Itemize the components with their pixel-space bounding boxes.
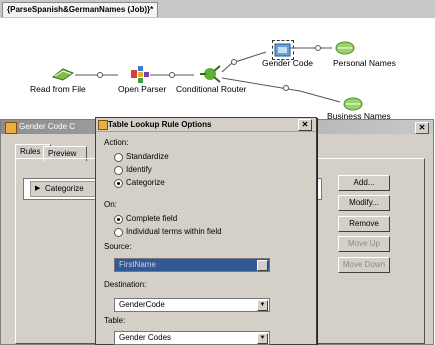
port-dot (231, 59, 237, 65)
app-icon (5, 122, 17, 134)
job-tab[interactable]: {ParseSpanish&GermanNames (Job)}* (2, 2, 159, 17)
node-label-personal-names: Personal Names (333, 58, 396, 68)
radio-label-identify[interactable]: Identify (126, 165, 152, 175)
table-value: Gender Codes (119, 333, 172, 342)
move-up-button[interactable]: Move Up (338, 236, 390, 252)
file-reader-icon[interactable] (51, 65, 75, 81)
output-icon[interactable] (342, 94, 364, 112)
source-label: Source: (104, 242, 132, 251)
port-dot (97, 72, 103, 78)
table-label: Table: (104, 316, 126, 325)
port-dot (315, 45, 321, 51)
move-down-button[interactable]: Move Down (338, 257, 390, 273)
add-button[interactable]: Add... (338, 175, 390, 191)
action-label: Action: (104, 138, 129, 147)
dialog-title: Table Lookup Rule Options (108, 120, 212, 129)
radio-identify[interactable] (114, 166, 123, 175)
radio-standardize[interactable] (114, 153, 123, 162)
router-icon[interactable] (198, 63, 222, 85)
radio-label-individual-terms[interactable]: Individual terms within field (126, 227, 222, 237)
destination-label: Destination: (104, 280, 147, 289)
workflow-canvas: Read from File Open Parser Conditional R… (0, 18, 435, 121)
node-label-conditional-router: Conditional Router (176, 84, 247, 94)
source-select[interactable]: FirstName ▼ (114, 258, 270, 272)
radio-label-categorize[interactable]: Categorize (126, 178, 165, 188)
on-label: On: (104, 200, 117, 209)
document-tab-strip: {ParseSpanish&GermanNames (Job)}* (0, 0, 435, 19)
dialog-titlebar: Table Lookup Rule Options ✕ (96, 118, 316, 132)
radio-categorize[interactable] (114, 179, 123, 188)
gender-code-icon[interactable] (272, 40, 294, 60)
remove-button[interactable]: Remove (338, 216, 390, 232)
radio-label-standardize[interactable]: Standardize (126, 152, 169, 162)
chevron-down-icon[interactable]: ▼ (257, 300, 268, 311)
table-lookup-rule-dialog: Table Lookup Rule Options ✕ Action: Stan… (95, 117, 317, 345)
node-label-open-parser: Open Parser (118, 84, 167, 94)
close-button[interactable]: ✕ (415, 122, 429, 134)
output-icon[interactable] (334, 38, 356, 56)
modify-button[interactable]: Modify... (338, 195, 390, 211)
close-button[interactable]: ✕ (298, 119, 312, 131)
row-expand-icon[interactable]: ▶ (35, 182, 40, 196)
radio-label-complete-field[interactable]: Complete field (126, 214, 177, 224)
node-label-gender-code: Gender Code (262, 58, 314, 68)
destination-select[interactable]: GenderCode ▼ (114, 298, 270, 312)
node-label-read-from-file: Read from File (30, 84, 86, 94)
gender-code-dialog-title: Gender Code C (19, 122, 76, 131)
port-dot (169, 72, 175, 78)
app-icon (98, 120, 108, 130)
connector (221, 51, 267, 73)
chevron-down-icon[interactable]: ▼ (257, 333, 268, 344)
rule-row-text: Categorize (45, 184, 84, 193)
radio-individual-terms[interactable] (114, 228, 123, 237)
port-dot (283, 85, 289, 91)
source-value: FirstName (119, 260, 156, 269)
radio-complete-field[interactable] (114, 215, 123, 224)
destination-value: GenderCode (119, 300, 165, 309)
parser-icon[interactable] (130, 64, 150, 84)
chevron-down-icon[interactable]: ▼ (257, 260, 268, 271)
